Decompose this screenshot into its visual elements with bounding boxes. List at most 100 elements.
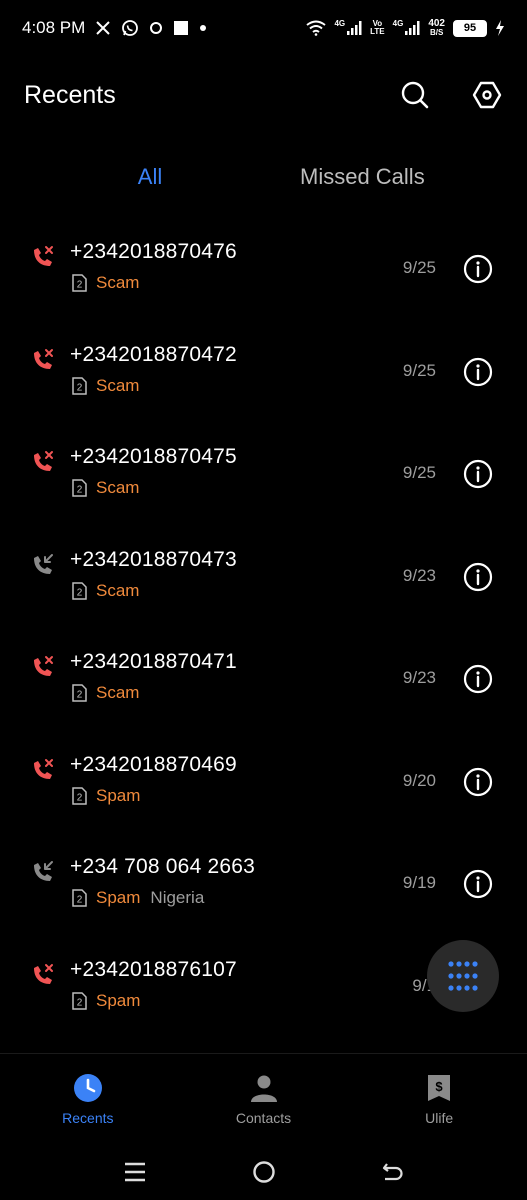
- call-spam-label: Scam: [96, 683, 140, 702]
- svg-text:2: 2: [77, 895, 83, 906]
- dialpad-button[interactable]: [427, 940, 499, 1012]
- home-circle-icon: [252, 1160, 275, 1183]
- sim-2-icon: 2: [70, 889, 88, 907]
- call-number: +2342018870472: [70, 342, 237, 366]
- svg-text:2: 2: [77, 382, 83, 393]
- info-icon: [463, 357, 493, 391]
- menu-button[interactable]: [115, 1152, 155, 1192]
- signal-icon: 4G: [334, 20, 362, 36]
- home-button[interactable]: [244, 1152, 284, 1192]
- call-date: 9/25: [402, 258, 436, 277]
- call-spam-label: Scam: [96, 273, 140, 292]
- svg-text:2: 2: [77, 587, 83, 598]
- call-number: +2342018876107: [70, 957, 237, 981]
- missed-call-icon: [30, 449, 56, 475]
- info-icon: [463, 254, 493, 288]
- info-button[interactable]: [463, 664, 493, 694]
- info-button[interactable]: [463, 767, 493, 797]
- back-arrow-icon: [382, 1162, 403, 1180]
- x-app-icon: [95, 20, 111, 36]
- info-icon: [463, 767, 493, 801]
- search-icon: [401, 81, 429, 109]
- network-type-label: 4G: [334, 19, 346, 28]
- person-icon: [248, 1072, 280, 1104]
- volte-bottom-label: LTE: [370, 27, 385, 36]
- call-location: Nigeria: [150, 888, 205, 907]
- svg-text:2: 2: [77, 690, 83, 701]
- info-icon: [463, 459, 493, 493]
- nav-ulife-label: Ulife: [425, 1110, 454, 1126]
- tab-missed-calls[interactable]: Missed Calls: [300, 152, 457, 202]
- info-button[interactable]: [463, 357, 493, 387]
- nav-recents[interactable]: Recents: [0, 1054, 176, 1143]
- missed-call-icon: [30, 962, 56, 988]
- nav-ulife[interactable]: $ Ulife: [351, 1054, 527, 1143]
- call-spam-label: Scam: [96, 478, 140, 497]
- call-row[interactable]: +234 708 064 2663 2 Spam Nigeria 9/19: [0, 837, 527, 940]
- menu-icon: [124, 1162, 145, 1181]
- svg-text:2: 2: [77, 792, 83, 803]
- incoming-call-icon: [30, 552, 56, 578]
- call-row[interactable]: +2342018870475 2 Scam 9/25: [0, 427, 527, 530]
- data-rate-unit: B/S: [429, 28, 444, 37]
- call-date: 9/25: [402, 360, 436, 380]
- nav-contacts-label: Contacts: [235, 1110, 292, 1126]
- info-button[interactable]: [463, 869, 493, 899]
- call-list: +2342018870476 2 Scam 9/25 +2342018870472 2 Sc…: [0, 222, 527, 1042]
- info-button[interactable]: [463, 562, 493, 592]
- sim-2-icon: 2: [70, 479, 88, 497]
- bottom-navigation: Recents Contacts $ Ulife: [0, 1053, 527, 1143]
- call-spam-label: Scam: [96, 580, 140, 600]
- call-date: 9/25: [402, 463, 436, 482]
- clock-icon: [72, 1072, 104, 1104]
- volte-icon: Vo LTE: [370, 20, 385, 36]
- call-details: +234 708 064 2663 2 Spam Nigeria: [70, 855, 255, 908]
- info-button[interactable]: [463, 254, 493, 284]
- charging-icon: [495, 20, 505, 36]
- call-details: +2342018870469 2 Spam: [70, 753, 237, 806]
- nav-contacts[interactable]: Contacts: [176, 1054, 352, 1143]
- call-date: 9/23: [402, 565, 436, 585]
- status-bar: 4:08 PM 4G Vo LTE 4G 402 B/S 95: [0, 0, 527, 56]
- signal-icon-2: 4G: [393, 20, 421, 36]
- sim-2-icon: 2: [70, 991, 88, 1010]
- system-navigation: [0, 1143, 527, 1200]
- dialpad-icon: [448, 961, 478, 991]
- info-icon: [463, 869, 493, 903]
- ring-icon: [149, 21, 163, 35]
- call-spam-label: Spam: [96, 888, 141, 907]
- call-number: +2342018870475: [70, 445, 237, 468]
- tab-all[interactable]: All: [0, 152, 300, 202]
- call-details: +2342018876107 2 Spam: [70, 958, 237, 1011]
- call-spam-label: Scam: [96, 375, 140, 395]
- missed-call-icon: [30, 347, 56, 373]
- search-button[interactable]: [399, 79, 431, 111]
- page-title: Recents: [24, 80, 116, 109]
- call-date: 9/19: [402, 873, 436, 892]
- whatsapp-icon: [121, 19, 139, 37]
- wifi-icon: [306, 20, 327, 36]
- call-row[interactable]: +2342018870476 2 Scam 9/25: [0, 222, 527, 325]
- call-details: +2342018870473 2 Scam: [70, 548, 237, 601]
- data-rate: 402 B/S: [428, 19, 445, 37]
- incoming-call-icon: [30, 859, 56, 885]
- sim-2-icon: 2: [70, 786, 88, 805]
- call-row[interactable]: +2342018870472 2 Scam 9/25: [0, 325, 527, 428]
- call-row[interactable]: +2342018870471 2 Scam 9/23: [0, 632, 527, 735]
- missed-call-icon: [30, 757, 56, 783]
- call-number: +2342018870471: [70, 650, 237, 673]
- svg-text:2: 2: [77, 280, 83, 291]
- settings-button[interactable]: [471, 79, 503, 111]
- svg-text:2: 2: [77, 485, 83, 496]
- battery-indicator: 95: [453, 19, 487, 37]
- info-button[interactable]: [463, 459, 493, 489]
- call-details: +2342018870472 2 Scam: [70, 343, 237, 396]
- call-row[interactable]: +2342018870469 2 Spam 9/20: [0, 735, 527, 838]
- call-number: +234 708 064 2663: [70, 855, 255, 878]
- sim-2-icon: 2: [70, 684, 88, 702]
- call-spam-label: Spam: [96, 785, 141, 805]
- sim-2-icon: 2: [70, 376, 88, 395]
- info-icon: [463, 664, 493, 698]
- back-button[interactable]: [373, 1152, 413, 1192]
- call-row[interactable]: +2342018870473 2 Scam 9/23: [0, 530, 527, 633]
